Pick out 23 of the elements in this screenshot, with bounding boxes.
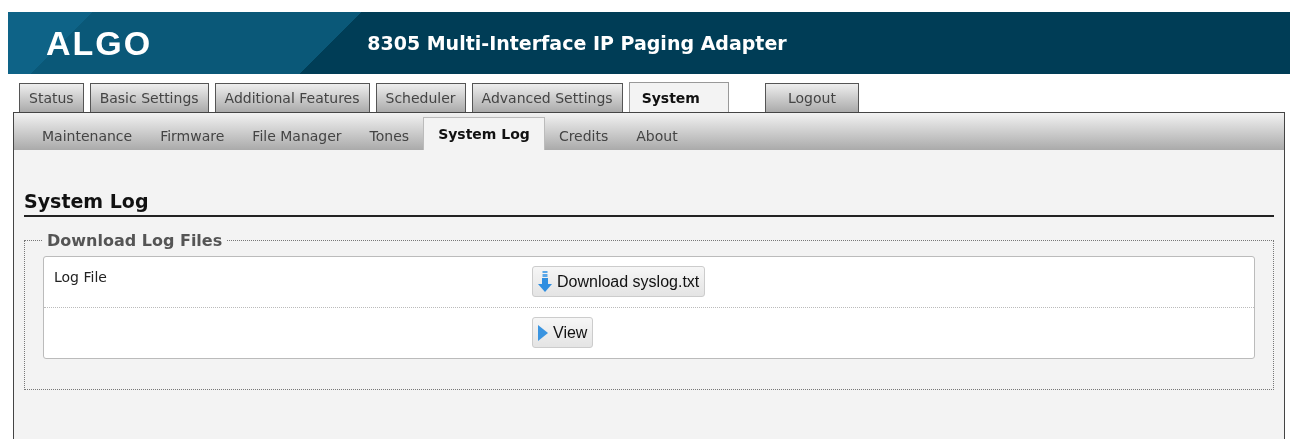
subnav-tab[interactable]: System Log — [423, 117, 545, 150]
nav-tab[interactable]: Advanced Settings — [471, 83, 623, 112]
nav-tab[interactable]: Status — [19, 83, 84, 112]
logo: ALGO — [46, 23, 153, 63]
download-arrow-icon — [537, 270, 553, 293]
subnav-tab[interactable]: Firmware — [146, 122, 239, 150]
group-title: Download Log Files — [46, 231, 224, 250]
play-triangle-icon — [537, 323, 549, 342]
view-button[interactable]: View — [532, 317, 594, 348]
section-title: System Log — [24, 190, 1274, 217]
subnav-tab[interactable]: About — [622, 122, 692, 150]
subnav-tab[interactable]: Credits — [544, 122, 623, 150]
nav-tab[interactable]: Scheduler — [375, 83, 466, 112]
download-button[interactable]: Download syslog.txt — [532, 266, 706, 297]
logout-tab[interactable]: Logout — [764, 83, 859, 112]
nav-tab[interactable]: Basic Settings — [89, 83, 209, 112]
subnav-tab[interactable]: Tones — [355, 122, 424, 150]
nav-tab[interactable]: System — [628, 82, 729, 112]
field-label: Log File — [54, 269, 107, 285]
product-title: 8305 Multi-Interface IP Paging Adapter — [367, 32, 787, 54]
subnav-tab[interactable]: File Manager — [238, 122, 356, 150]
nav-tab[interactable]: Additional Features — [214, 83, 370, 112]
subnav-tab[interactable]: Maintenance — [28, 122, 147, 150]
